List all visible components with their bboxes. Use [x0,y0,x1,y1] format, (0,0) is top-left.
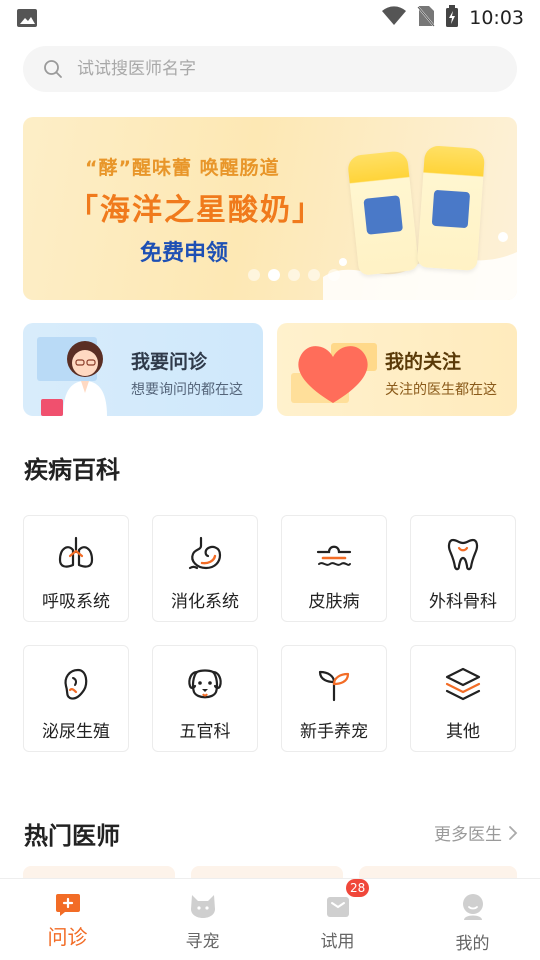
disease-item-label: 呼吸系统 [42,592,110,612]
lungs-icon [58,536,94,568]
bottom-tab-bar: 问诊 寻宠 试用 我的 [0,878,540,960]
gallery-icon [16,8,38,28]
disease-item-surgery-ortho[interactable]: 外科骨科 [410,515,516,622]
consult-icon [55,894,80,916]
pagination-dot-active[interactable] [268,269,280,281]
disease-item-respiratory[interactable]: 呼吸系统 [23,515,129,622]
tab-consult[interactable]: 问诊 [0,879,135,960]
search-input[interactable] [77,59,457,79]
sprout-icon [318,670,350,702]
wifi-icon [381,6,407,30]
disease-item-urinary[interactable]: 泌尿生殖 [23,645,129,752]
disease-item-label: 皮肤病 [308,592,360,612]
pagination-dot[interactable] [288,269,300,281]
kidney-icon [64,668,88,700]
disease-item-label: 五官科 [179,722,231,742]
disease-item-ent[interactable]: 五官科 [152,645,258,752]
yogurt-bottle-icon [416,145,486,271]
cat-icon [190,895,215,918]
tab-label: 问诊 [47,925,88,949]
tab-profile[interactable]: 我的 [405,879,540,960]
pagination-dot[interactable] [328,269,340,281]
disease-item-digestive[interactable]: 消化系统 [152,515,258,622]
tab-label: 试用 [320,932,355,952]
disease-item-skin[interactable]: 皮肤病 [281,515,387,622]
chevron-right-icon [509,825,518,840]
more-doctors-link[interactable]: 更多医生 [434,820,518,845]
tab-find-pet[interactable]: 寻宠 [135,879,270,960]
tab-label: 寻宠 [185,932,220,952]
status-time: 10:03 [469,7,524,29]
stomach-icon [188,536,222,570]
skin-icon [316,545,352,566]
dog-face-icon [188,669,222,699]
disease-item-label: 泌尿生殖 [42,722,110,742]
yogurt-bottle-icon [346,150,420,276]
banner-subtitle: 免费申领 [140,241,229,266]
tooth-bone-icon [447,538,479,571]
tab-label: 我的 [455,934,490,954]
follow-card-desc: 关注的医生都在这 [385,382,497,398]
disease-item-new-pet[interactable]: 新手养宠 [281,645,387,752]
disease-item-label: 其他 [446,722,480,742]
disease-item-label: 新手养宠 [300,722,368,742]
banner-tagline: “酵”醒味蕾 唤醒肠道 [85,157,280,179]
section-title-doctors: 热门医师 [24,822,120,850]
search-icon [44,60,62,78]
profile-icon [462,894,483,920]
no-sim-icon [417,5,435,31]
disease-item-label: 消化系统 [171,592,239,612]
section-title-disease: 疾病百科 [24,456,120,484]
consult-card[interactable]: 我要问诊 想要询问的都在这 [23,323,263,416]
pagination-dot[interactable] [308,269,320,281]
follow-card[interactable]: 我的关注 关注的医生都在这 [277,323,517,416]
disease-item-other[interactable]: 其他 [410,645,516,752]
heart-icon [291,343,377,403]
disease-item-label: 外科骨科 [429,592,497,612]
battery-charging-icon [445,5,459,31]
banner-title: 「海洋之星酸奶」 [68,193,324,228]
search-bar[interactable] [23,46,517,92]
more-doctors-label: 更多医生 [434,825,502,845]
consult-card-desc: 想要询问的都在这 [131,382,243,398]
status-bar: 10:03 [0,0,540,36]
pagination-dot[interactable] [248,269,260,281]
tab-trial[interactable]: 试用 [270,879,405,960]
layers-icon [445,667,481,701]
follow-card-title: 我的关注 [385,351,462,373]
gift-box-icon [326,897,349,917]
banner-pagination [248,269,340,281]
disease-grid: 呼吸系统 消化系统 皮肤病 外科骨科 泌尿生殖 五官科 新手养宠 其他 [23,515,517,752]
doctor-illustration-icon [37,337,107,416]
promo-banner[interactable]: “酵”醒味蕾 唤醒肠道 「海洋之星酸奶」 免费申领 [23,117,517,300]
trial-badge: 28 [346,879,370,897]
consult-card-title: 我要问诊 [131,351,208,373]
